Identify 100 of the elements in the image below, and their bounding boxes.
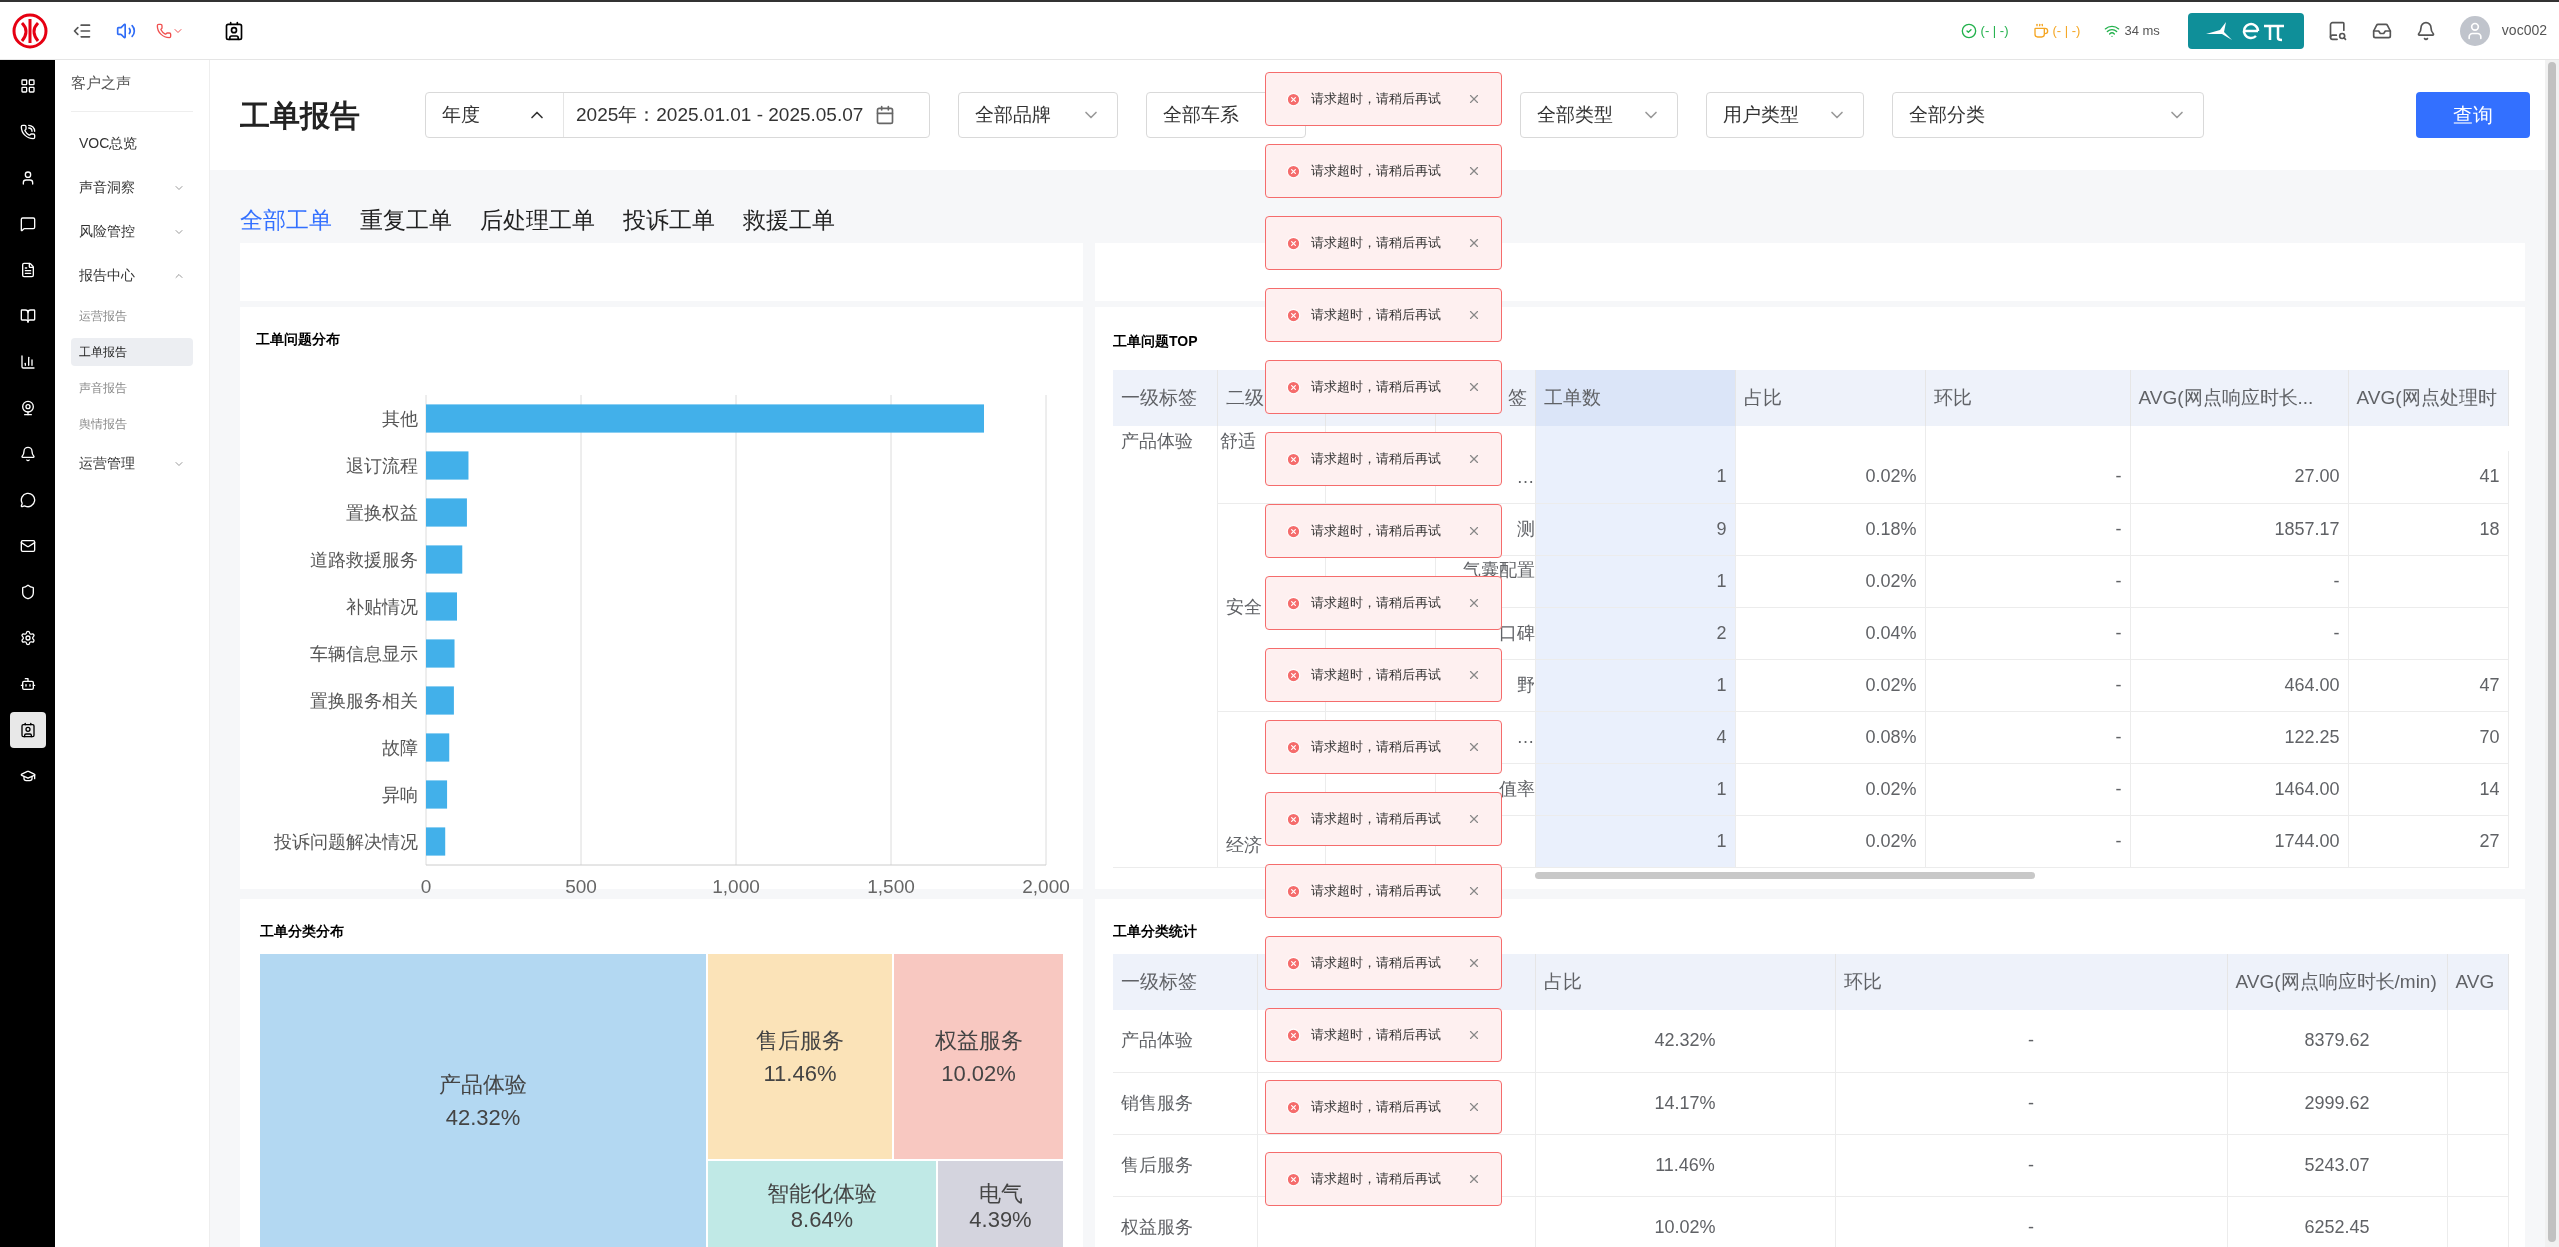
period-select[interactable]: 年度 xyxy=(426,93,564,137)
close-icon xyxy=(1467,236,1481,250)
bell-icon xyxy=(2415,20,2436,41)
close-button[interactable] xyxy=(1467,236,1481,250)
brand-logo-button[interactable] xyxy=(2187,12,2304,49)
close-button[interactable] xyxy=(1467,740,1481,754)
error-icon xyxy=(1286,883,1301,899)
table-cell: - xyxy=(1835,1072,2227,1134)
avatar-icon xyxy=(2459,15,2490,46)
bar xyxy=(426,827,446,856)
horizontal-scrollbar[interactable] xyxy=(1535,871,2035,879)
close-icon xyxy=(1467,956,1481,970)
sidebar-item[interactable]: VOC总览 xyxy=(71,121,193,166)
query-button[interactable]: 查询 xyxy=(2416,92,2530,138)
close-button[interactable] xyxy=(1467,812,1481,826)
rail-button[interactable] xyxy=(9,712,46,748)
speaker-button[interactable] xyxy=(116,20,136,41)
close-button[interactable] xyxy=(1467,92,1481,106)
close-icon xyxy=(1467,92,1481,106)
contact-button[interactable] xyxy=(224,20,244,41)
report-tab[interactable]: 后处理工单 xyxy=(480,202,595,237)
date-range-field[interactable]: 2025年：2025.01.01 - 2025.05.07 xyxy=(564,93,908,137)
sidebar-subitem[interactable]: 运营报告 xyxy=(71,301,193,330)
error-icon xyxy=(1286,307,1301,323)
sidebar-group[interactable]: 声音洞察 xyxy=(71,165,193,210)
column-header: AVG(网点响应时长... xyxy=(2130,370,2348,426)
close-button[interactable] xyxy=(1467,1172,1481,1186)
table-cell: - xyxy=(1925,451,2130,503)
report-tab[interactable]: 重复工单 xyxy=(360,202,452,237)
sidebar-group[interactable]: 运营管理 xyxy=(71,441,193,486)
close-button[interactable] xyxy=(1467,308,1481,322)
close-button[interactable] xyxy=(1467,1100,1481,1114)
close-button[interactable] xyxy=(1467,596,1481,610)
category-select[interactable]: 全部分类 xyxy=(1892,92,2204,138)
type-select[interactable]: 全部类型 xyxy=(1520,92,1678,138)
sidebar-title: 客户之声 xyxy=(71,72,193,112)
table-cell: 0.02% xyxy=(1735,555,1925,607)
error-icon xyxy=(1286,811,1301,827)
table-cell: 0.02% xyxy=(1735,451,1925,503)
close-button[interactable] xyxy=(1467,164,1481,178)
robot-icon xyxy=(19,676,36,692)
block-value: 10.02% xyxy=(941,1059,1016,1088)
close-icon xyxy=(1467,668,1481,682)
sidebar-subitem[interactable]: 声音报告 xyxy=(71,373,193,402)
book-search-button[interactable] xyxy=(2327,20,2348,41)
bar xyxy=(426,498,467,527)
category-label: 补贴情况 xyxy=(346,596,418,617)
report-tab[interactable]: 全部工单 xyxy=(240,202,332,237)
table-cell: - xyxy=(2130,607,2348,659)
error-icon xyxy=(1286,667,1301,683)
close-button[interactable] xyxy=(1467,668,1481,682)
table-cell: 70 xyxy=(2348,711,2508,763)
table-cell: - xyxy=(1925,607,2130,659)
notification-button[interactable] xyxy=(2415,20,2436,41)
table-cell: 4 xyxy=(1535,711,1735,763)
document-icon xyxy=(19,262,36,278)
table-cell: - xyxy=(1835,1134,2227,1196)
close-icon xyxy=(1467,524,1481,538)
block-label: 产品体验 xyxy=(439,1070,527,1099)
report-tab[interactable]: 救援工单 xyxy=(743,202,835,237)
sidebar-subitem[interactable]: 工单报告 xyxy=(71,337,193,366)
table-cell: 1 xyxy=(1535,451,1735,503)
column-header: 环比 xyxy=(1925,370,2130,426)
card-title: 工单分类统计 xyxy=(1113,922,1197,941)
brand-select[interactable]: 全部品牌 xyxy=(958,92,1118,138)
close-button[interactable] xyxy=(1467,956,1481,970)
close-button[interactable] xyxy=(1467,524,1481,538)
shield-icon xyxy=(19,584,36,600)
phone-icon xyxy=(156,22,172,39)
close-button[interactable] xyxy=(1467,452,1481,466)
phone-button[interactable] xyxy=(156,22,184,39)
table-cell: 销售服务 xyxy=(1113,1072,1257,1134)
close-icon xyxy=(1467,1172,1481,1186)
table-cell: 1 xyxy=(1535,659,1735,711)
phone-icon xyxy=(19,124,36,140)
toast-message: 请求超时，请稍后再试 xyxy=(1311,1026,1441,1045)
close-button[interactable] xyxy=(1467,380,1481,394)
close-button[interactable] xyxy=(1467,1028,1481,1042)
tick-label: 1,000 xyxy=(712,876,760,897)
table-cell: 产品体验 xyxy=(1113,1010,1257,1072)
tick-label: 2,000 xyxy=(1022,876,1070,897)
report-tab[interactable]: 投诉工单 xyxy=(623,202,715,237)
bar xyxy=(426,639,455,668)
table-cell: 0.04% xyxy=(1735,607,1925,659)
speaker-icon xyxy=(116,20,136,41)
close-button[interactable] xyxy=(1467,884,1481,898)
sidebar-group[interactable]: 风险管控 xyxy=(71,209,193,254)
logo-icon xyxy=(12,12,48,49)
user-type-select[interactable]: 用户类型 xyxy=(1706,92,1864,138)
vertical-scrollbar[interactable] xyxy=(2545,60,2559,1247)
toast-message: 请求超时，请稍后再试 xyxy=(1311,1098,1441,1117)
table-cell: 8379.62 xyxy=(2227,1010,2447,1072)
error-icon xyxy=(1286,1171,1301,1187)
toast-message: 请求超时，请稍后再试 xyxy=(1311,1170,1441,1189)
table-cell: 47 xyxy=(2348,659,2508,711)
sidebar-subitem[interactable]: 舆情报告 xyxy=(71,409,193,438)
check-circle-icon xyxy=(1960,22,1977,39)
sidebar-group[interactable]: 报告中心 xyxy=(71,253,193,298)
mail-icon xyxy=(19,538,36,554)
chat-icon xyxy=(19,216,36,232)
